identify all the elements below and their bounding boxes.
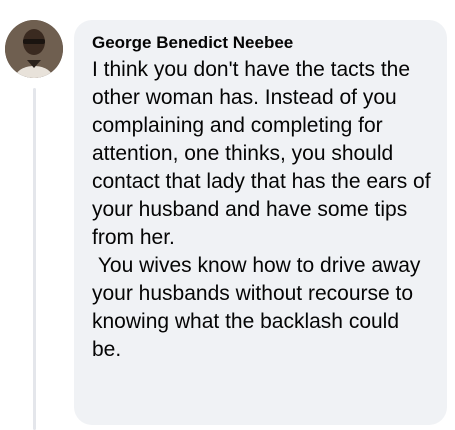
comment-text: I think you don't have the tacts the oth… xyxy=(92,58,431,361)
comment-thread: George Benedict Neebee I think you don't… xyxy=(0,0,455,430)
profile-photo-icon xyxy=(5,20,63,78)
avatar[interactable] xyxy=(5,20,63,78)
comment-bubble: George Benedict Neebee I think you don't… xyxy=(74,20,447,425)
comment-author-name[interactable]: George Benedict Neebee xyxy=(92,32,433,54)
reply-thread-line xyxy=(33,88,36,430)
